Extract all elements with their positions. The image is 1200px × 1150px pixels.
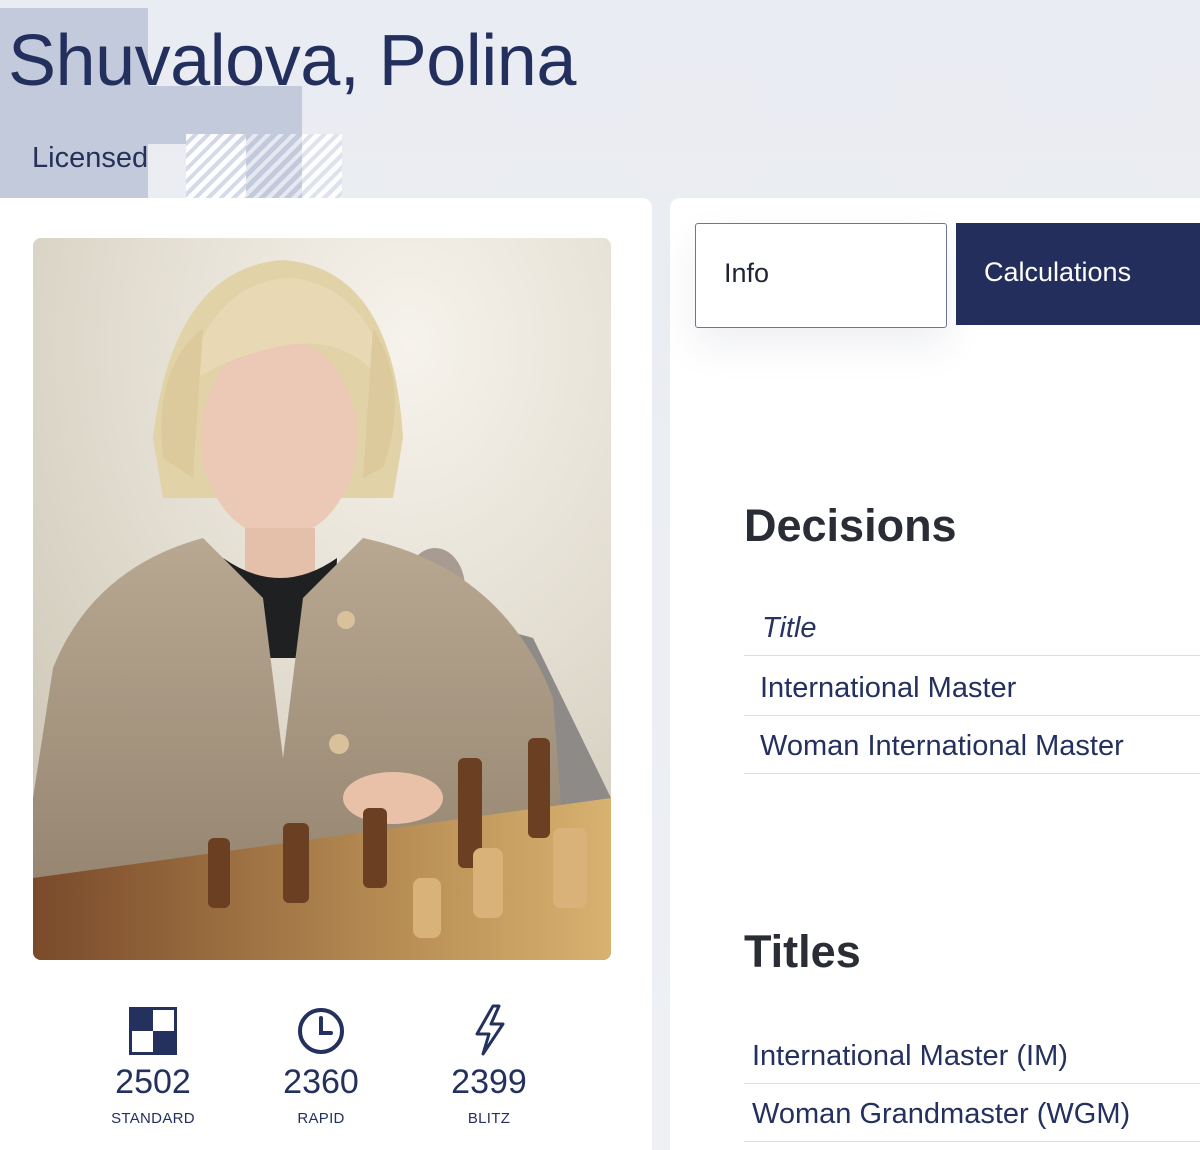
ratings-panel: 2502 STANDARD 2360 RAPID 2399 BLITZ: [0, 1004, 652, 1134]
decision-row: Woman International Master: [744, 716, 1200, 774]
rating-value: 2399: [451, 1063, 527, 1101]
standard-icon: [78, 1004, 228, 1056]
title-row: International Master (IM): [744, 1026, 1200, 1084]
title-row: Woman Grandmaster (WGM): [744, 1084, 1200, 1142]
player-profile-page: Shuvalova, Polina Licensed 2502 STANDARD…: [0, 0, 1200, 1150]
decisions-heading: Decisions: [744, 500, 957, 551]
rating-value: 2502: [115, 1063, 191, 1101]
player-name: Shuvalova, Polina: [8, 21, 576, 101]
player-photo-card: 2502 STANDARD 2360 RAPID 2399 BLITZ: [0, 198, 652, 1150]
header-stripe-pattern: [302, 134, 342, 198]
blitz-lightning-icon: [414, 1004, 564, 1056]
header-stripe-pattern: [246, 134, 302, 198]
tab-info[interactable]: Info: [695, 223, 947, 328]
rating-blitz: 2399 BLITZ: [414, 1004, 564, 1127]
rating-label: RAPID: [297, 1110, 345, 1127]
rapid-clock-icon: [246, 1004, 396, 1056]
rating-rapid: 2360 RAPID: [246, 1004, 396, 1127]
rating-label: BLITZ: [467, 1110, 511, 1127]
titles-heading: Titles: [744, 926, 861, 977]
rating-value: 2360: [283, 1063, 359, 1101]
player-photo: [33, 238, 611, 960]
rating-standard: 2502 STANDARD: [78, 1004, 228, 1127]
license-status: Licensed: [32, 142, 149, 174]
tab-calculations[interactable]: Calculations: [956, 223, 1200, 325]
decisions-column-header: Title: [744, 598, 1200, 656]
decision-row: International Master: [744, 658, 1200, 716]
details-card: Info Calculations Decisions Title Intern…: [670, 198, 1200, 1150]
header-stripe-pattern: [186, 134, 246, 198]
rating-label: STANDARD: [111, 1110, 195, 1127]
